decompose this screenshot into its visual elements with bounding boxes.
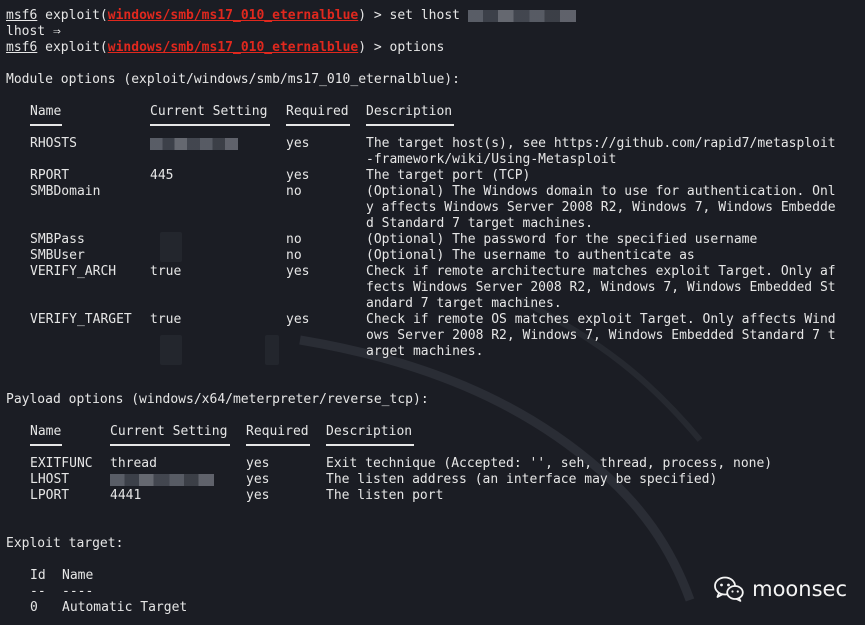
option-name: LPORT	[30, 488, 70, 503]
wechat-icon	[714, 576, 744, 602]
option-description: y affects Windows Server 2008 R2, Window…	[366, 200, 836, 215]
option-name: RPORT	[30, 168, 70, 183]
prompt-module: windows/smb/ms17_010_eternalblue	[107, 40, 359, 55]
option-description: fects Windows Server 2008 R2, Windows 7,…	[366, 280, 836, 295]
option-description: Check if remote architecture matches exp…	[366, 264, 836, 279]
payload-options-heading: Payload options (windows/x64/meterpreter…	[6, 392, 429, 407]
col-header-required: Required	[246, 424, 309, 439]
prompt-module: windows/smb/ms17_010_eternalblue	[107, 8, 359, 23]
lhost-echo: lhost ⇒	[6, 24, 61, 39]
option-setting: true	[150, 312, 182, 327]
prompt-exploit-word: exploit(	[45, 8, 108, 23]
option-description: The listen address (an interface may be …	[326, 472, 718, 487]
col-header-name: Name	[30, 104, 62, 119]
prompt-app: msf6	[6, 8, 38, 23]
prompt-close: ) >	[358, 8, 390, 23]
lhost-echo-line: lhost ⇒	[6, 24, 61, 40]
separator: --	[30, 584, 46, 599]
option-name: RHOSTS	[30, 136, 77, 151]
option-description: (Optional) The Windows domain to use for…	[366, 184, 836, 199]
prompt-app: msf6	[6, 40, 38, 55]
option-description: ows Server 2008 R2, Windows 7, Windows E…	[366, 328, 836, 343]
option-description: -framework/wiki/Using-Metasploit	[366, 152, 617, 167]
redacted-ip	[467, 9, 576, 22]
header-underline	[246, 444, 310, 446]
option-description: (Optional) The password for the specifie…	[366, 232, 758, 247]
option-required: yes	[286, 312, 310, 327]
target-id: 0	[30, 600, 38, 615]
col-header-id: Id	[30, 568, 46, 583]
option-description: The target port (TCP)	[366, 168, 531, 183]
option-required: no	[286, 184, 302, 199]
option-required: yes	[286, 136, 310, 151]
option-setting: thread	[110, 456, 157, 471]
terminal[interactable]: msf6 exploit(windows/smb/ms17_010_eterna…	[6, 0, 865, 625]
option-name: LHOST	[30, 472, 70, 487]
option-name: SMBPass	[30, 232, 85, 247]
option-description: Exit technique (Accepted: '', seh, threa…	[326, 456, 773, 471]
target-name: Automatic Target	[62, 600, 188, 615]
option-description: arget machines.	[366, 344, 484, 359]
command-text: options	[389, 40, 445, 55]
col-header-description: Description	[366, 104, 453, 119]
option-setting: true	[150, 264, 182, 279]
option-required: yes	[246, 488, 270, 503]
col-header-description: Description	[326, 424, 413, 439]
option-required: no	[286, 248, 302, 263]
option-required: yes	[246, 472, 270, 487]
col-header-name: Name	[62, 568, 94, 583]
header-underline	[110, 444, 230, 446]
option-description: andard 7 target machines.	[366, 296, 562, 311]
exploit-target-heading: Exploit target:	[6, 536, 124, 551]
watermark: moonsec	[714, 576, 847, 602]
option-setting: 4441	[110, 488, 142, 503]
redacted-setting	[150, 136, 238, 151]
col-header-setting: Current Setting	[150, 104, 268, 119]
option-name: EXITFUNC	[30, 456, 93, 471]
option-description: The target host(s), see https://github.c…	[366, 136, 836, 151]
command-text: set lhost	[389, 8, 460, 23]
col-header-required: Required	[286, 104, 349, 119]
watermark-text: moonsec	[752, 577, 847, 601]
col-header-name: Name	[30, 424, 62, 439]
option-name: SMBUser	[30, 248, 85, 263]
redacted-setting	[110, 472, 214, 487]
separator: ----	[62, 584, 94, 599]
header-underline	[286, 124, 350, 126]
header-underline	[30, 124, 62, 126]
module-options-heading: Module options (exploit/windows/smb/ms17…	[6, 72, 460, 87]
option-description: Check if remote OS matches exploit Targe…	[366, 312, 836, 327]
option-description: The listen port	[326, 488, 444, 503]
option-description: (Optional) The username to authenticate …	[366, 248, 695, 263]
option-name: VERIFY_TARGET	[30, 312, 132, 327]
header-underline	[366, 124, 454, 126]
option-setting: 445	[150, 168, 174, 183]
header-underline	[30, 444, 62, 446]
prompt-line-2: msf6 exploit(windows/smb/ms17_010_eterna…	[6, 40, 444, 56]
prompt-exploit-word: exploit(	[45, 40, 108, 55]
col-header-setting: Current Setting	[110, 424, 228, 439]
option-name: VERIFY_ARCH	[30, 264, 117, 279]
prompt-line-1: msf6 exploit(windows/smb/ms17_010_eterna…	[6, 8, 576, 24]
option-description: d Standard 7 target machines.	[366, 216, 593, 231]
option-required: no	[286, 232, 302, 247]
header-underline	[150, 124, 270, 126]
option-required: yes	[286, 168, 310, 183]
option-name: SMBDomain	[30, 184, 101, 199]
prompt-close: ) >	[358, 40, 390, 55]
option-required: yes	[246, 456, 270, 471]
option-required: yes	[286, 264, 310, 279]
header-underline	[326, 444, 414, 446]
